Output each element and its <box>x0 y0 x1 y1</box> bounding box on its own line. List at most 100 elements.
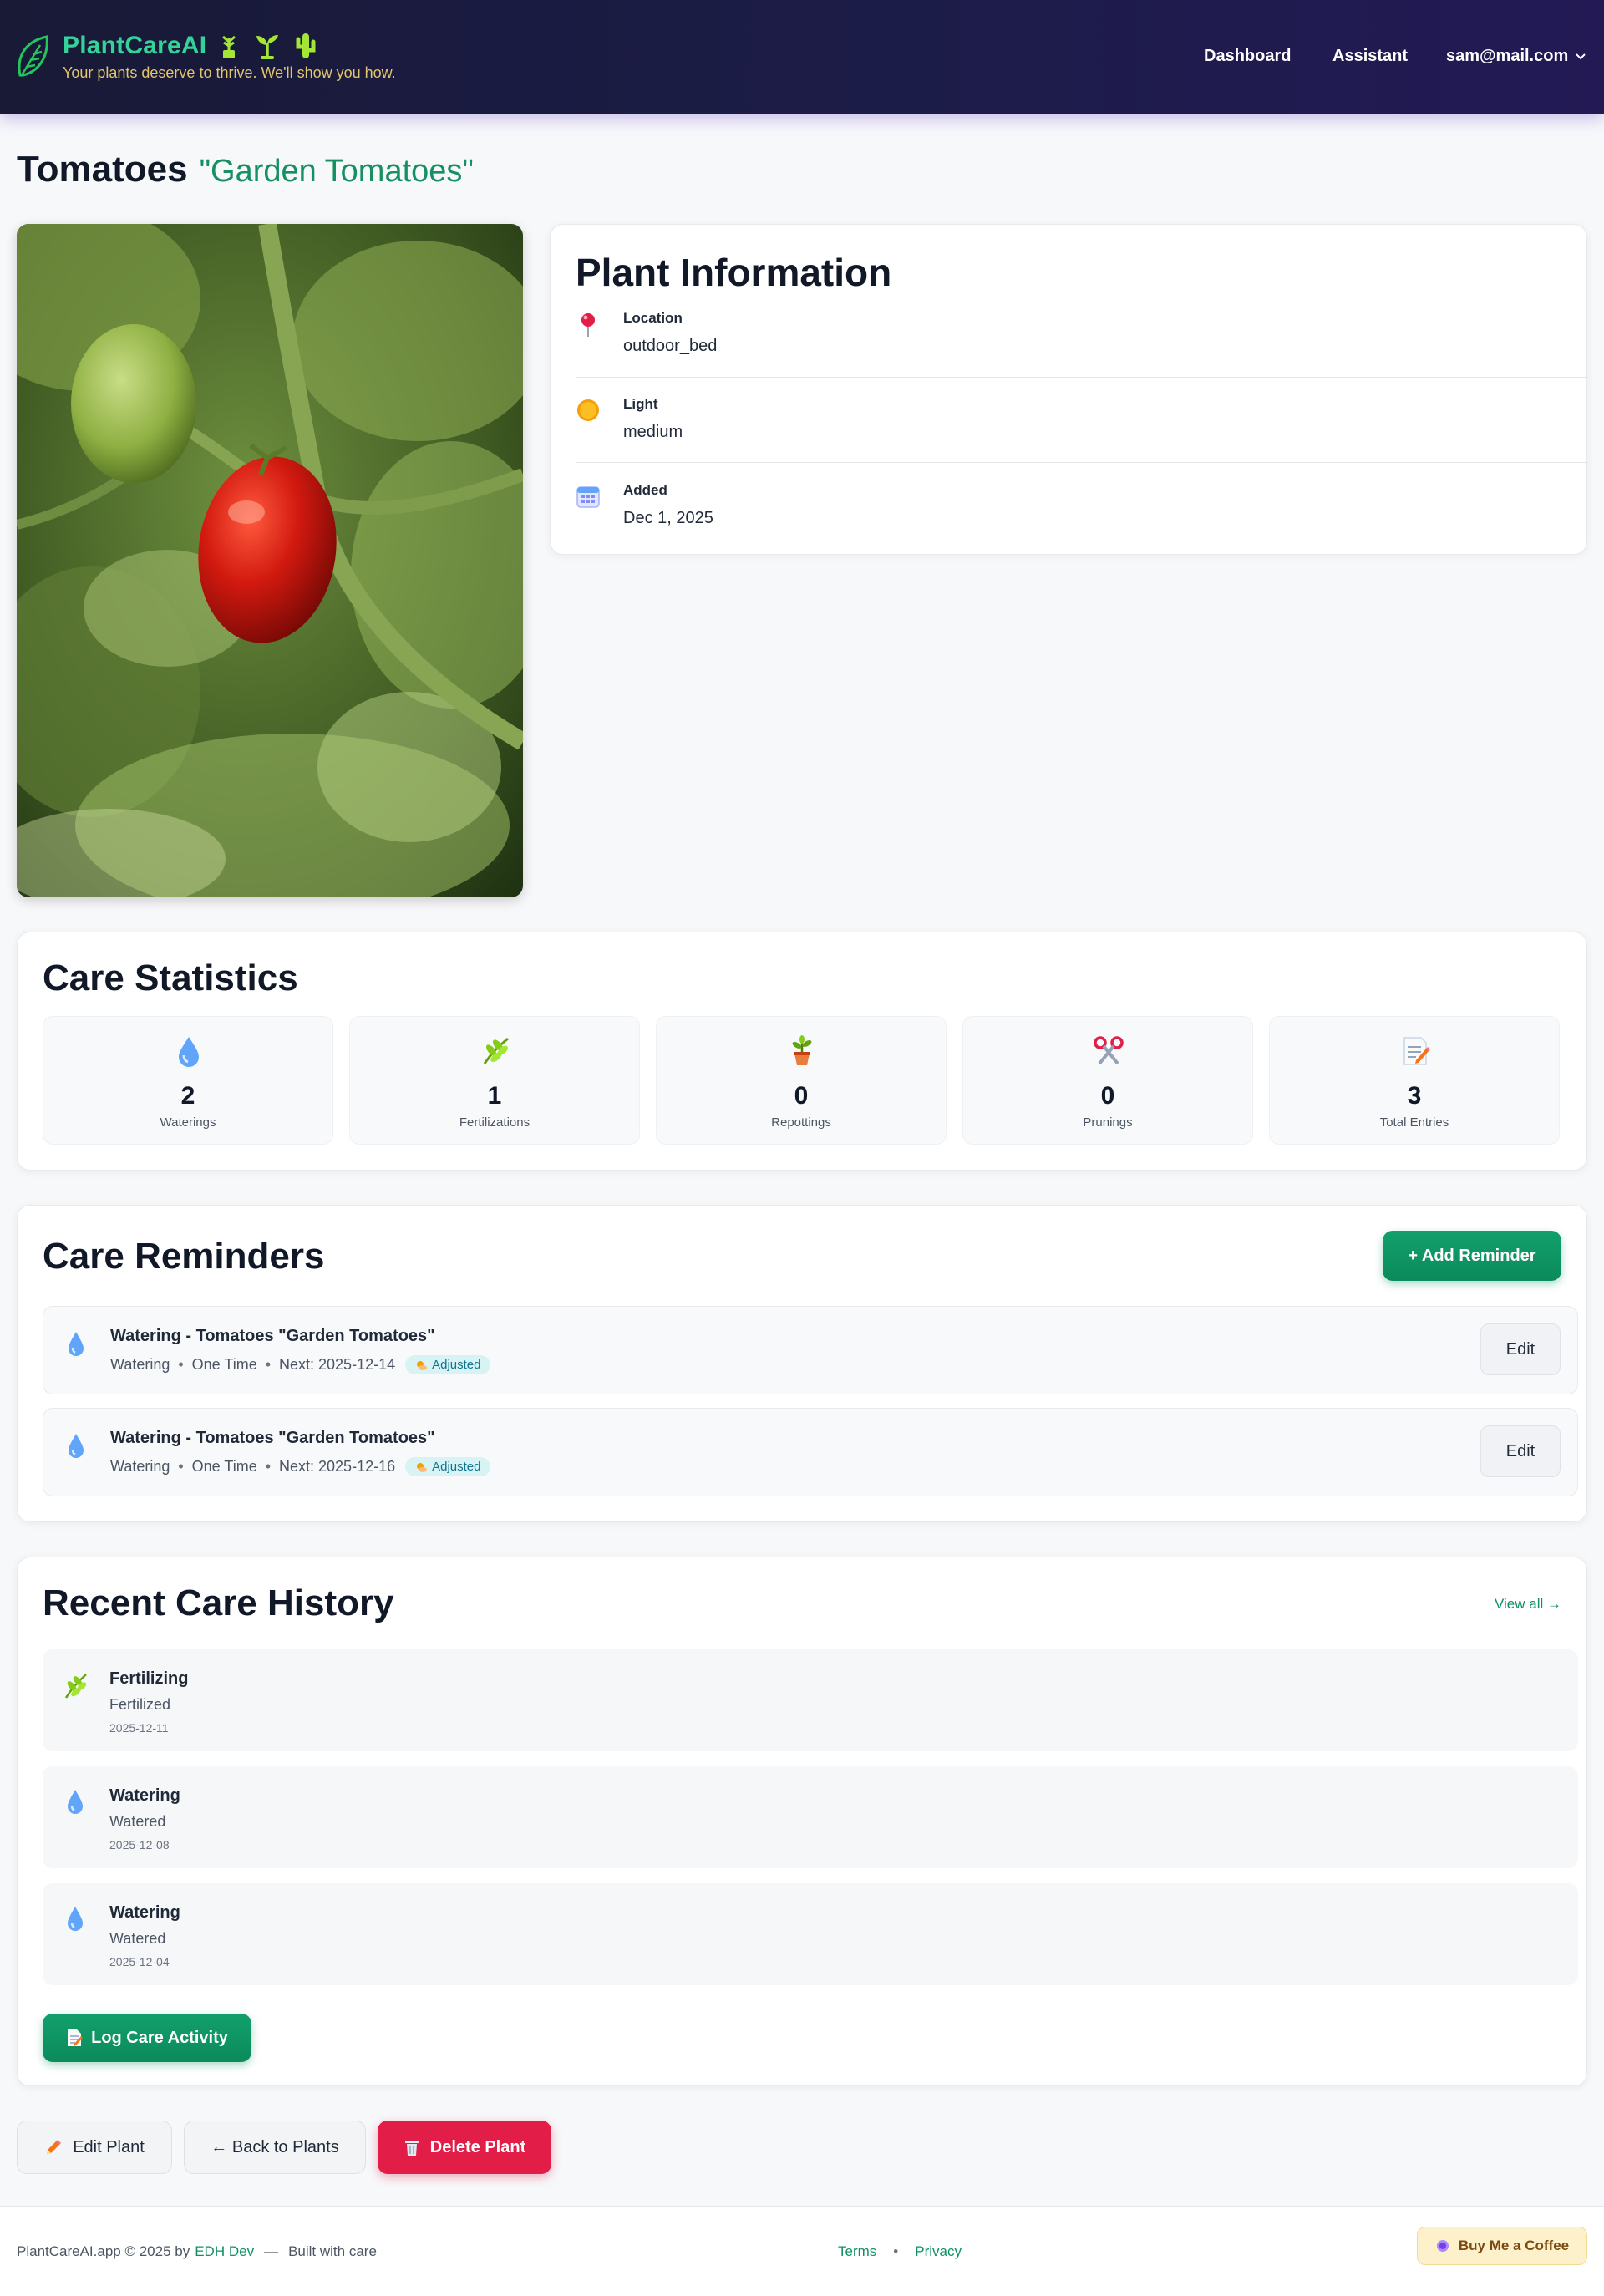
footer-dash: — <box>264 2243 279 2259</box>
edit-plant-label: Edit Plant <box>73 2137 145 2156</box>
footer-terms-link[interactable]: Terms <box>838 2243 876 2260</box>
plant-info-title: Plant Information <box>576 251 892 294</box>
user-menu[interactable]: sam@mail.com <box>1446 47 1586 66</box>
footer-copyright: PlantCareAI.app © 2025 by <box>17 2243 190 2259</box>
scissors-icon <box>1094 1036 1124 1065</box>
sun-behind-cloud-icon <box>417 1462 428 1472</box>
adjusted-badge: Adjusted <box>405 1457 491 1476</box>
info-added: Added Dec 1, 2025 <box>576 482 1578 532</box>
cactus-icon <box>296 33 316 58</box>
stat-value: 0 <box>794 1082 809 1110</box>
reminder-meta: Watering • One Time • Next: 2025-12-16 A… <box>110 1457 491 1476</box>
care-statistics-title: Care Statistics <box>43 958 298 998</box>
info-added-value: Dec 1, 2025 <box>623 509 713 527</box>
trash-icon <box>404 2141 419 2156</box>
nav-dashboard[interactable]: Dashboard <box>1204 47 1291 66</box>
footer-credits: PlantCareAI.app © 2025 by EDH Dev — Buil… <box>17 2243 377 2260</box>
reminder-meta: Watering • One Time • Next: 2025-12-14 A… <box>110 1355 491 1374</box>
user-email: sam@mail.com <box>1446 47 1569 65</box>
stat-label: Waterings <box>160 1115 216 1130</box>
separator-dot: • <box>265 1356 272 1373</box>
memo-icon <box>1404 1037 1431 1065</box>
footer-separator: • <box>893 2243 899 2259</box>
back-to-plants-button[interactable]: ← Back to Plants <box>184 2121 366 2174</box>
info-location-label: Location <box>623 310 683 326</box>
water-drop-icon <box>68 1790 83 1814</box>
stat-value: 0 <box>1100 1082 1115 1110</box>
map-pin-icon <box>581 313 595 337</box>
adjusted-badge: Adjusted <box>405 1355 491 1374</box>
history-date: 2025-12-04 <box>109 1955 170 1968</box>
herb-icon <box>483 1037 509 1064</box>
log-care-activity-button[interactable]: Log Care Activity <box>43 2014 251 2062</box>
view-all-link[interactable]: View all → <box>1495 1596 1561 1613</box>
memo-icon <box>68 2029 84 2046</box>
separator-dot: • <box>178 1458 184 1475</box>
stat-prunings: 0 Prunings <box>962 1016 1253 1145</box>
footer-author-link[interactable]: EDH Dev <box>195 2243 254 2260</box>
delete-plant-button[interactable]: Delete Plant <box>378 2121 551 2174</box>
sun-behind-cloud-icon <box>417 1360 428 1370</box>
info-divider <box>576 377 1588 378</box>
reminder-title: Watering - Tomatoes "Garden Tomatoes" <box>110 1429 435 1447</box>
badge-label: Adjusted <box>432 1358 481 1372</box>
stat-total-entries: 3 Total Entries <box>1269 1016 1560 1145</box>
care-statistics-card: Care Statistics 2 Waterings 1 Fertilizat… <box>17 932 1587 1171</box>
potted-plant-icon <box>792 1035 812 1065</box>
footer-built: Built with care <box>288 2243 377 2259</box>
care-history-title: Recent Care History <box>43 1582 394 1623</box>
history-date: 2025-12-11 <box>109 1721 169 1735</box>
plant-info-card: Plant Information Location outdoor_bed L… <box>550 224 1588 555</box>
chevron-down-icon <box>1576 53 1586 59</box>
log-care-activity-label: Log Care Activity <box>91 2028 228 2047</box>
buy-me-a-coffee-button[interactable]: Buy Me a Coffee <box>1417 2227 1587 2265</box>
sun-icon <box>577 399 599 421</box>
plant-photo <box>17 224 523 897</box>
edit-plant-button[interactable]: Edit Plant <box>17 2121 172 2174</box>
stat-value: 3 <box>1407 1082 1422 1110</box>
history-item: Watering Watered 2025-12-08 <box>43 1766 1578 1868</box>
stat-label: Prunings <box>1083 1115 1133 1130</box>
brand-name[interactable]: PlantCareAI <box>63 32 206 60</box>
stat-value: 1 <box>487 1082 502 1110</box>
add-reminder-button[interactable]: + Add Reminder <box>1383 1231 1561 1281</box>
edit-reminder-button[interactable]: Edit <box>1480 1323 1561 1375</box>
separator-dot: • <box>265 1458 272 1475</box>
history-title: Fertilizing <box>109 1669 189 1688</box>
footer: PlantCareAI.app © 2025 by EDH Dev — Buil… <box>0 2206 1604 2296</box>
history-note: Watered <box>109 1813 166 1830</box>
history-title: Watering <box>109 1903 180 1922</box>
care-reminders-title: Care Reminders <box>43 1236 325 1277</box>
info-location: Location outdoor_bed <box>576 310 1578 360</box>
water-drop-icon <box>68 1907 83 1931</box>
history-note: Watered <box>109 1930 166 1947</box>
separator-dot: • <box>178 1356 184 1373</box>
water-drop-icon <box>179 1037 199 1067</box>
stat-value: 2 <box>180 1082 195 1110</box>
stat-label: Fertilizations <box>459 1115 530 1130</box>
water-drop-icon <box>69 1332 84 1356</box>
seedling-icon <box>256 35 278 59</box>
herb-icon <box>64 1674 87 1699</box>
stat-waterings: 2 Waterings <box>43 1016 333 1145</box>
edit-reminder-button[interactable]: Edit <box>1480 1425 1561 1477</box>
plant-nickname: "Garden Tomatoes" <box>199 154 474 189</box>
footer-privacy-link[interactable]: Privacy <box>915 2243 962 2260</box>
reminder-item: Watering - Tomatoes "Garden Tomatoes" Wa… <box>43 1306 1578 1394</box>
care-reminders-card: Care Reminders + Add Reminder Watering -… <box>17 1205 1587 1522</box>
top-nav: PlantCareAI Your plants deserve to thriv… <box>0 0 1604 114</box>
reminder-title: Watering - Tomatoes "Garden Tomatoes" <box>110 1327 435 1345</box>
footer-links: Terms • Privacy <box>838 2243 962 2260</box>
badge-label: Adjusted <box>432 1460 481 1474</box>
calendar-icon <box>576 486 600 508</box>
nav-assistant[interactable]: Assistant <box>1332 47 1408 66</box>
stat-repottings: 0 Repottings <box>656 1016 947 1145</box>
page-title: Tomatoes "Garden Tomatoes" <box>17 149 474 190</box>
reminder-type: Watering <box>110 1458 170 1475</box>
reminder-next-date: Next: 2025-12-14 <box>279 1356 396 1373</box>
delete-plant-label: Delete Plant <box>429 2137 526 2156</box>
buy-me-a-coffee-label: Buy Me a Coffee <box>1458 2238 1570 2253</box>
reminder-frequency: One Time <box>191 1356 257 1373</box>
brand-tagline: Your plants deserve to thrive. We'll sho… <box>63 64 396 81</box>
stat-fertilizations: 1 Fertilizations <box>349 1016 640 1145</box>
